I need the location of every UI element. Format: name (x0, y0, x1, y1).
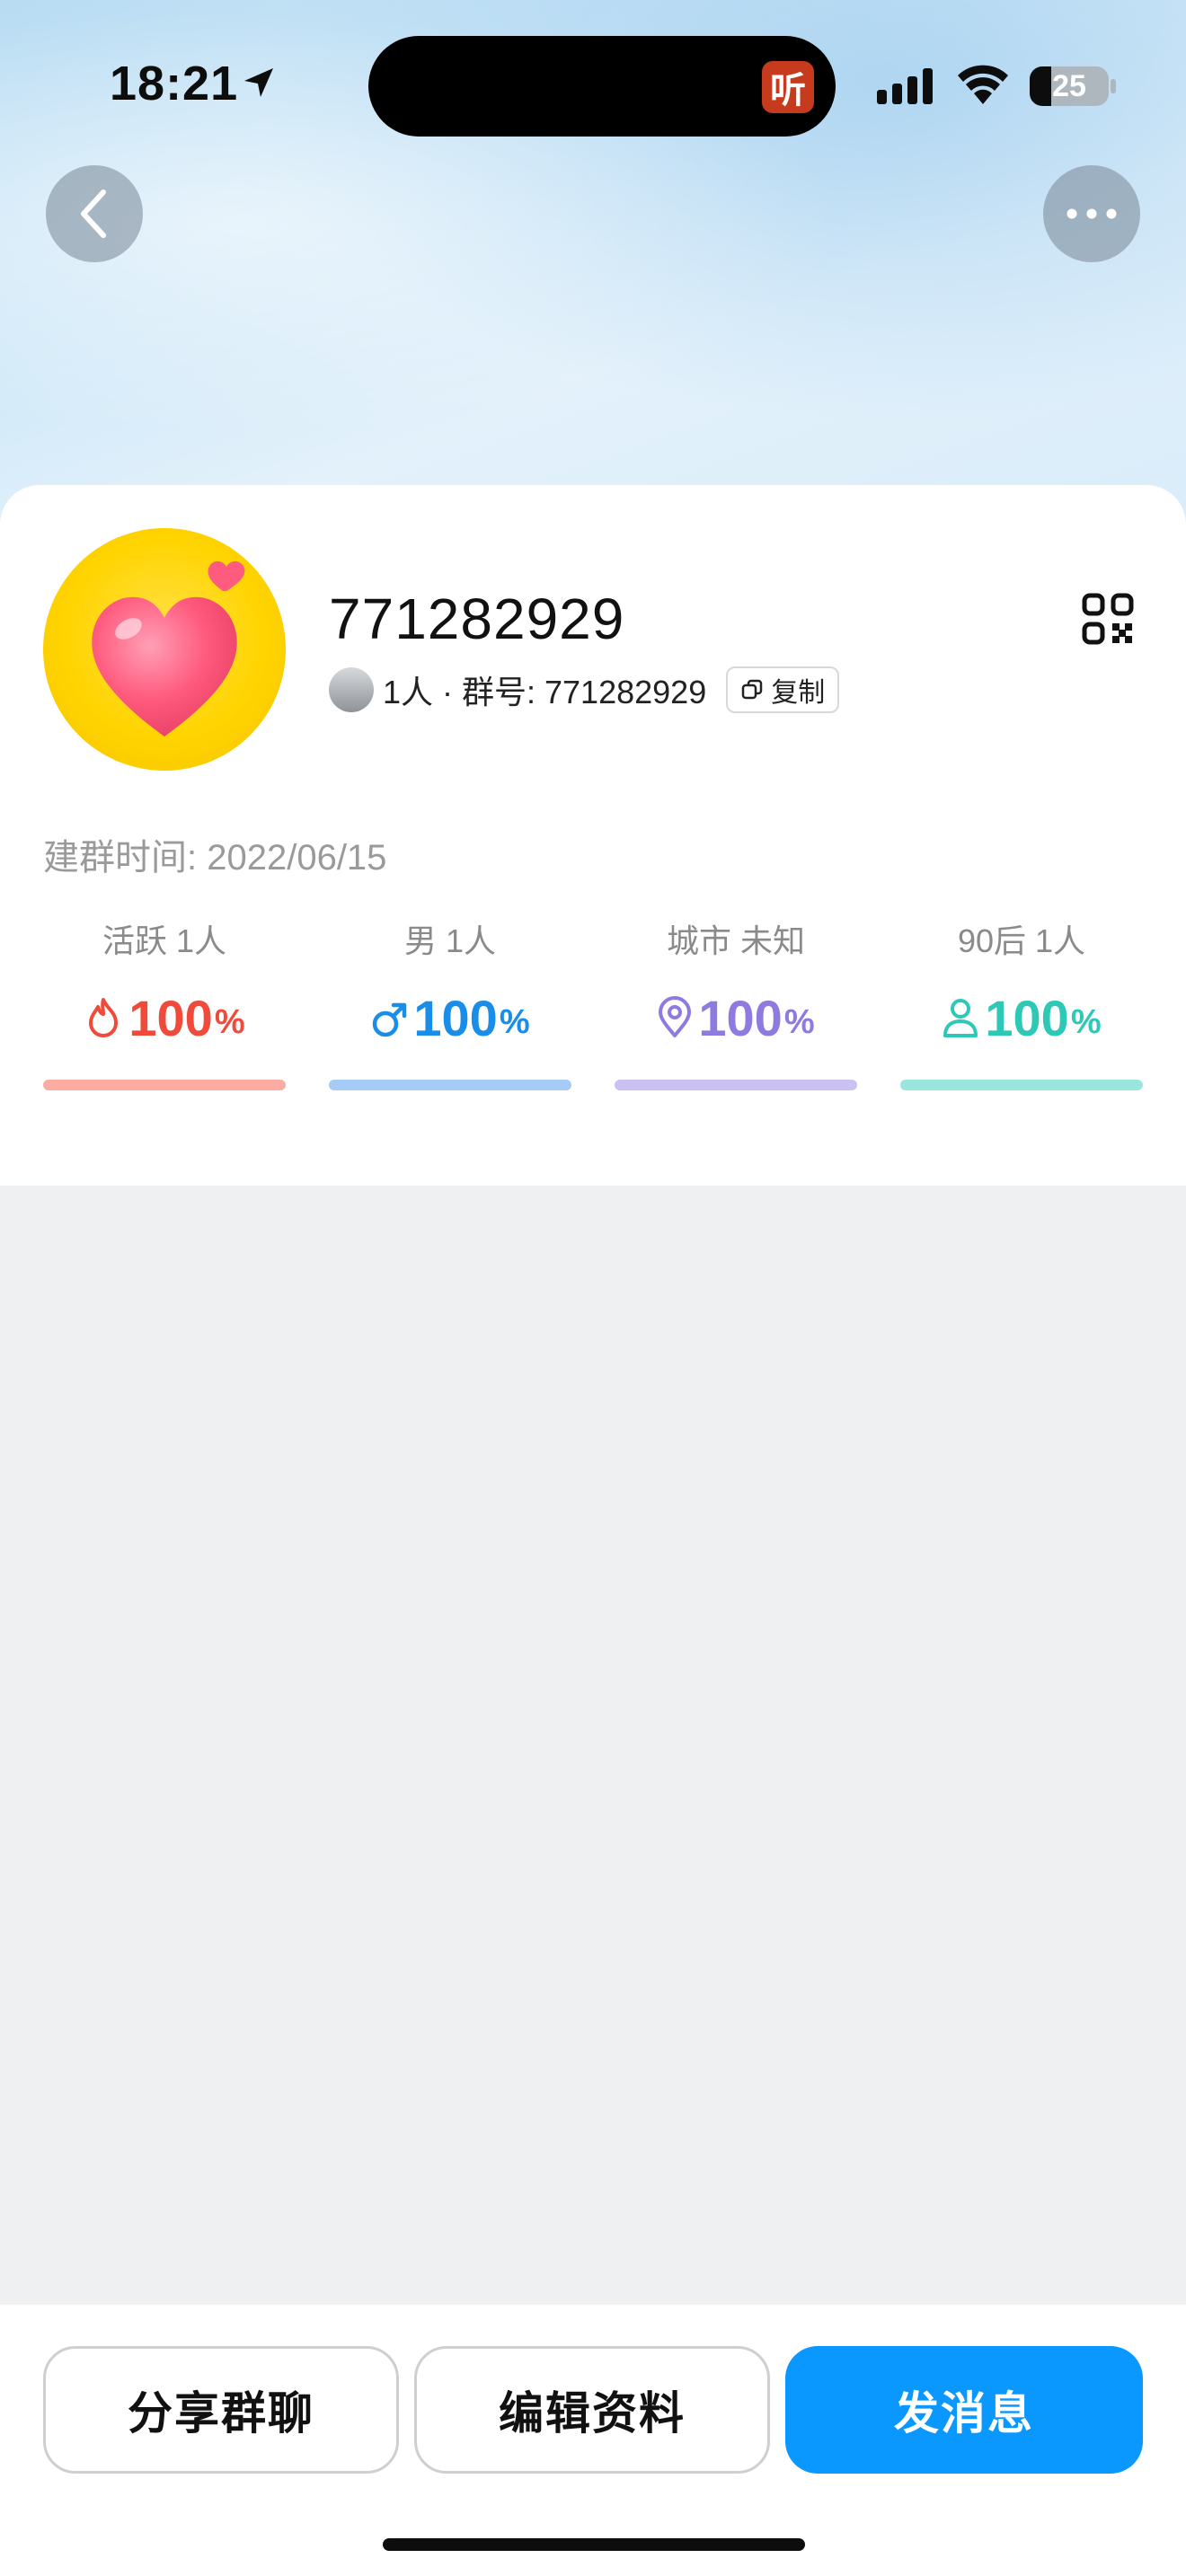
chevron-left-icon (81, 190, 106, 238)
member-avatar[interactable] (329, 667, 374, 712)
stat-value: 100 (413, 989, 498, 1046)
stat-city[interactable]: 城市 未知 100 % (615, 916, 857, 1090)
wifi-icon (958, 65, 1008, 104)
qr-code-icon[interactable] (1082, 593, 1134, 645)
more-button[interactable] (1043, 165, 1140, 262)
stat-unit: % (214, 1002, 245, 1041)
stat-bar (329, 1080, 571, 1090)
back-button[interactable] (46, 165, 143, 262)
created-date: 建群时间: 2022/06/15 (43, 838, 387, 878)
stat-label: 城市 未知 (666, 922, 805, 959)
stat-active[interactable]: 活跃 1人 100 % (43, 916, 286, 1090)
battery-icon: 25 (1030, 66, 1109, 106)
copy-icon (741, 679, 763, 700)
stat-gender[interactable]: 男 1人 100 % (329, 916, 571, 1090)
stat-value: 100 (985, 989, 1069, 1046)
stat-unit: % (499, 1002, 530, 1041)
cellular-signal-icon (877, 68, 933, 104)
more-icon (1067, 208, 1117, 219)
group-meta-text: 1人 · 群号: 771282929 (383, 674, 707, 710)
stat-label: 男 1人 (403, 922, 497, 959)
stat-value: 100 (128, 989, 213, 1046)
male-icon (373, 1002, 407, 1037)
edit-profile-button[interactable]: 编辑资料 (414, 2346, 770, 2474)
stat-value: 100 (698, 989, 783, 1046)
heart-icon (92, 560, 245, 737)
send-message-button[interactable]: 发消息 (785, 2346, 1143, 2474)
group-name: 771282929 (329, 587, 625, 651)
copy-label: 复制 (771, 678, 826, 708)
stat-unit: % (1070, 1002, 1102, 1041)
stat-label: 90后 1人 (957, 922, 1086, 959)
group-avatar[interactable] (43, 528, 286, 771)
flame-icon (89, 998, 119, 1037)
location-arrow-icon (244, 68, 273, 97)
copy-button[interactable]: 复制 (726, 666, 840, 713)
stat-age[interactable]: 90后 1人 100 % (900, 916, 1143, 1090)
stat-unit: % (783, 1002, 815, 1041)
stat-label: 活跃 1人 (102, 922, 227, 959)
member-stats: 活跃 1人 100 % 男 1人 100 % 城市 未知 100 % 90后 1… (43, 916, 1143, 1090)
status-bar: 18:21 听 25 (0, 0, 1186, 171)
share-group-button[interactable]: 分享群聊 (43, 2346, 399, 2474)
home-indicator (383, 2538, 805, 2551)
island-app-icon: 听 (762, 61, 814, 113)
stat-bar (43, 1080, 286, 1090)
location-icon (659, 996, 692, 1037)
stat-bar (615, 1080, 857, 1090)
stat-bar (900, 1080, 1143, 1090)
person-icon (943, 999, 978, 1037)
group-meta: 1人 · 群号: 771282929 复制 (329, 666, 840, 713)
status-time: 18:21 (110, 57, 239, 110)
